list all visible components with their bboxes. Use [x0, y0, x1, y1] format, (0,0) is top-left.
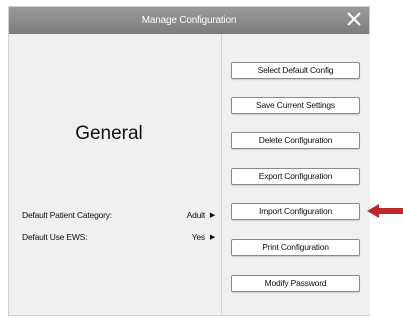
caret-right-icon: ▶ [209, 212, 215, 219]
general-heading: General [75, 123, 143, 144]
select-default-config-button[interactable]: Select Default Config [231, 62, 360, 79]
close-icon [347, 12, 361, 26]
general-panel: General [9, 34, 221, 315]
manage-configuration-dialog: Manage Configuration General [9, 7, 370, 315]
import-configuration-button[interactable]: Import Configuration [231, 203, 360, 220]
print-configuration-button[interactable]: Print Configuration [231, 239, 360, 256]
export-configuration-button[interactable]: Export Configuration [231, 168, 360, 185]
dialog-titlebar: Manage Configuration [9, 7, 369, 34]
save-current-settings-button[interactable]: Save Current Settings [231, 97, 360, 114]
default-use-ews-label: Default Use EWS: [22, 232, 88, 242]
default-patient-category-row[interactable]: Default Patient Category: Adult ▶ [22, 210, 215, 224]
delete-configuration-button[interactable]: Delete Configuration [231, 132, 360, 149]
default-patient-category-value: Adult [186, 210, 206, 220]
default-use-ews-row[interactable]: Default Use EWS: Yes ▶ [22, 232, 215, 246]
red-arrow-annotation [367, 204, 403, 218]
caret-right-icon: ▶ [209, 234, 215, 241]
close-button[interactable] [343, 9, 365, 31]
default-use-ews-value: Yes [191, 232, 205, 242]
dialog-title: Manage Configuration [141, 15, 237, 26]
default-patient-category-label: Default Patient Category: [22, 210, 112, 220]
modify-password-button[interactable]: Modify Password [231, 275, 360, 292]
